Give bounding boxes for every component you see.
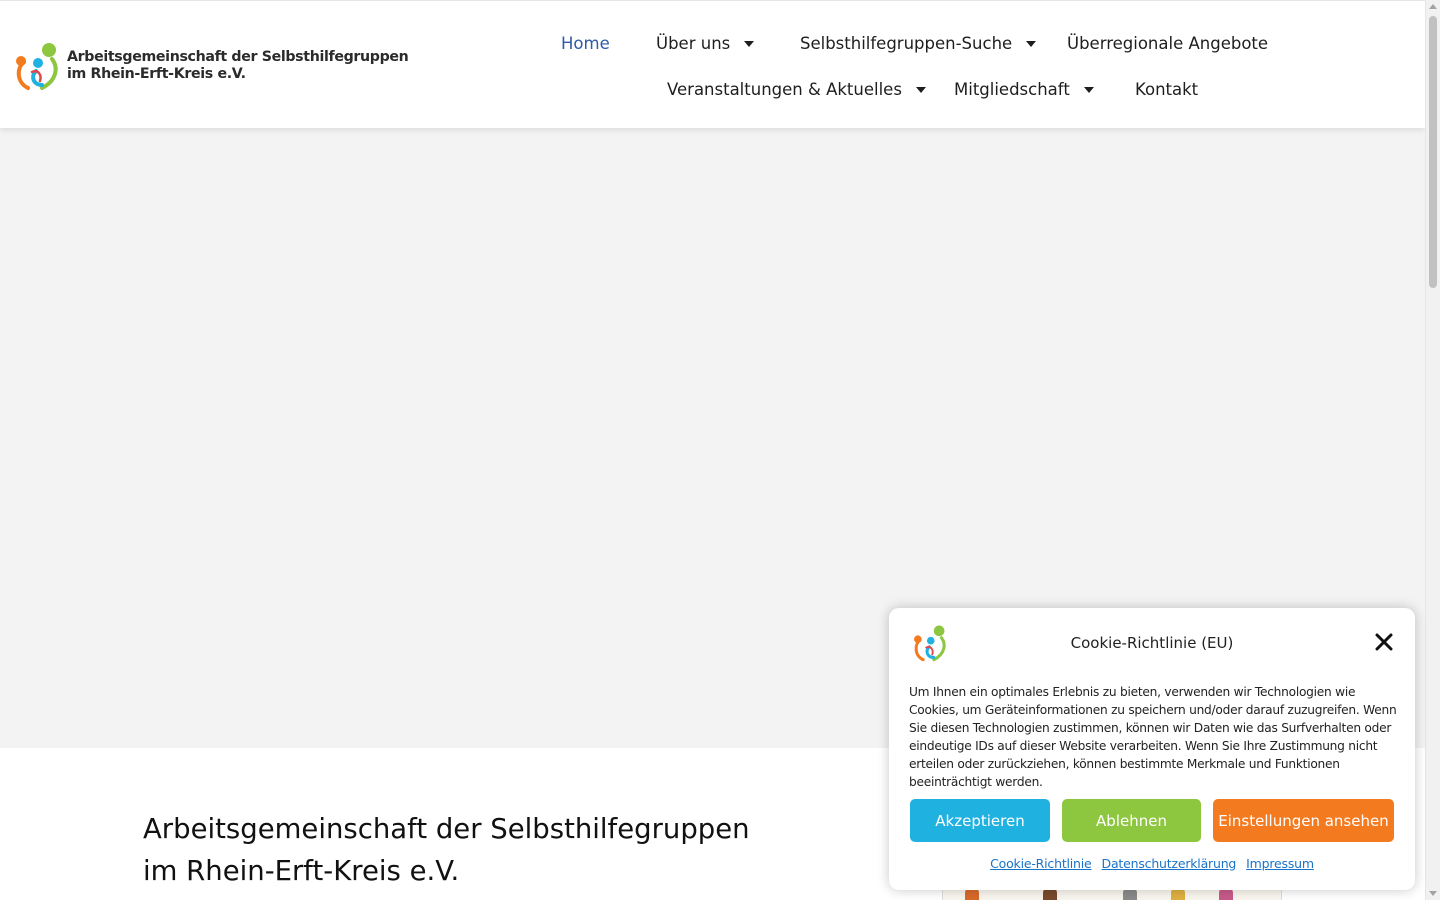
nav-item-mitgliedschaft[interactable]: Mitgliedschaft — [954, 77, 1094, 101]
imprint-link[interactable]: Impressum — [1246, 856, 1314, 871]
caret-down-icon — [744, 41, 755, 47]
page-scrollbar[interactable] — [1425, 0, 1440, 900]
scroll-up-arrow-icon[interactable] — [1429, 4, 1437, 9]
nav-item-kontakt[interactable]: Kontakt — [1135, 77, 1198, 101]
nav-label-selbsthilfegruppen-suche: Selbsthilfegruppen-Suche — [800, 33, 1013, 53]
site-header: Arbeitsgemeinschaft der Selbsthilfegrupp… — [0, 0, 1425, 128]
caret-down-icon — [1026, 41, 1037, 47]
accept-button[interactable]: Akzeptieren — [910, 799, 1050, 842]
cookie-policy-link[interactable]: Cookie-Richtlinie — [990, 856, 1092, 871]
nav-label-veranstaltungen: Veranstaltungen & Aktuelles — [667, 79, 902, 99]
scroll-down-arrow-icon[interactable] — [1429, 891, 1437, 896]
caret-down-icon — [915, 87, 926, 93]
nav-item-ueber-uns[interactable]: Über uns — [656, 31, 755, 55]
scrollbar-thumb[interactable] — [1429, 16, 1437, 288]
cookie-links: Cookie-Richtlinie Datenschutzerklärung I… — [889, 856, 1415, 871]
logo-line-2: im Rhein-Erft-Kreis e.V. — [67, 66, 246, 82]
page-title-line-2: im Rhein-Erft-Kreis e.V. — [143, 855, 460, 887]
nav-label-ueberregionale-angebote: Überregionale Angebote — [1067, 33, 1269, 53]
nav-label-home: Home — [561, 33, 610, 53]
nav-label-ueber-uns: Über uns — [656, 33, 731, 53]
nav-item-ueberregionale-angebote[interactable]: Überregionale Angebote — [1067, 31, 1268, 55]
cookie-text: Um Ihnen ein optimales Erlebnis zu biete… — [909, 685, 1397, 789]
people-logo-icon — [16, 43, 58, 90]
nav-label-kontakt: Kontakt — [1135, 79, 1199, 99]
cookie-title: Cookie-Richtlinie (EU) — [1070, 634, 1234, 652]
logo-line-1: Arbeitsgemeinschaft der Selbsthilfegrupp… — [67, 49, 409, 65]
site-logo[interactable]: Arbeitsgemeinschaft der Selbsthilfegrupp… — [12, 40, 409, 92]
caret-down-icon — [1083, 87, 1094, 93]
settings-button[interactable]: Einstellungen ansehen — [1213, 799, 1394, 842]
close-icon[interactable] — [1375, 633, 1393, 651]
deny-button[interactable]: Ablehnen — [1062, 799, 1201, 842]
cookie-banner: Cookie-Richtlinie (EU) Um Ihnen ein opti… — [889, 608, 1415, 890]
page-title: Arbeitsgemeinschaft der Selbsthilfegrupp… — [143, 808, 843, 892]
privacy-policy-link[interactable]: Datenschutzerklärung — [1102, 856, 1237, 871]
logo-text: Arbeitsgemeinschaft der Selbsthilfegrupp… — [67, 49, 409, 83]
nav-label-mitgliedschaft: Mitgliedschaft — [954, 79, 1070, 99]
nav-item-selbsthilfegruppen-suche[interactable]: Selbsthilfegruppen-Suche — [800, 31, 1037, 55]
nav-item-home[interactable]: Home — [561, 31, 610, 55]
nav-item-veranstaltungen[interactable]: Veranstaltungen & Aktuelles — [667, 77, 926, 101]
page-title-line-1: Arbeitsgemeinschaft der Selbsthilfegrupp… — [143, 813, 750, 845]
